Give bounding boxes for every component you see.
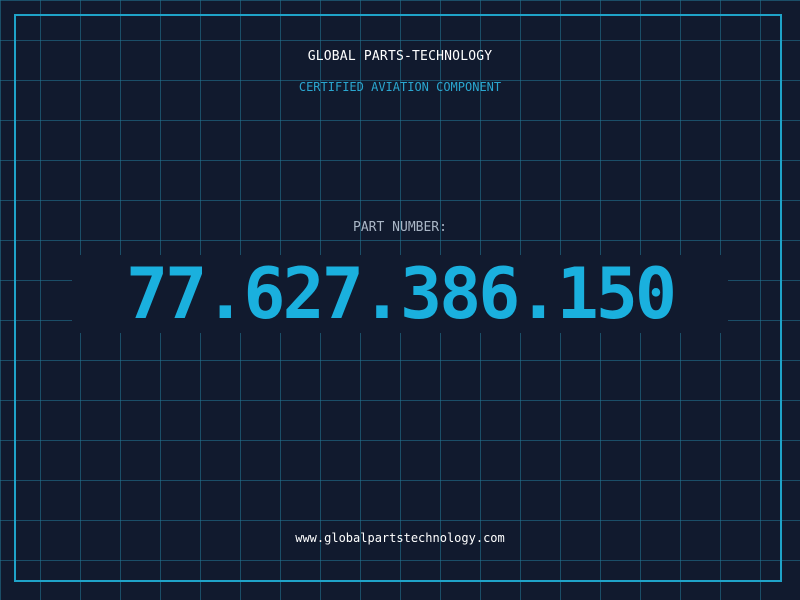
- website-url: www.globalpartstechnology.com: [295, 531, 505, 545]
- company-name: GLOBAL PARTS-TECHNOLOGY: [307, 49, 493, 64]
- part-number-label: PART NUMBER:: [353, 220, 447, 235]
- certification-subtitle: CERTIFIED AVIATION COMPONENT: [298, 80, 502, 94]
- part-number-value: 77.627.386.150: [125, 253, 677, 335]
- part-number-panel: 77.627.386.150: [72, 255, 728, 333]
- part-label-screen: GLOBAL PARTS-TECHNOLOGY CERTIFIED AVIATI…: [0, 0, 800, 600]
